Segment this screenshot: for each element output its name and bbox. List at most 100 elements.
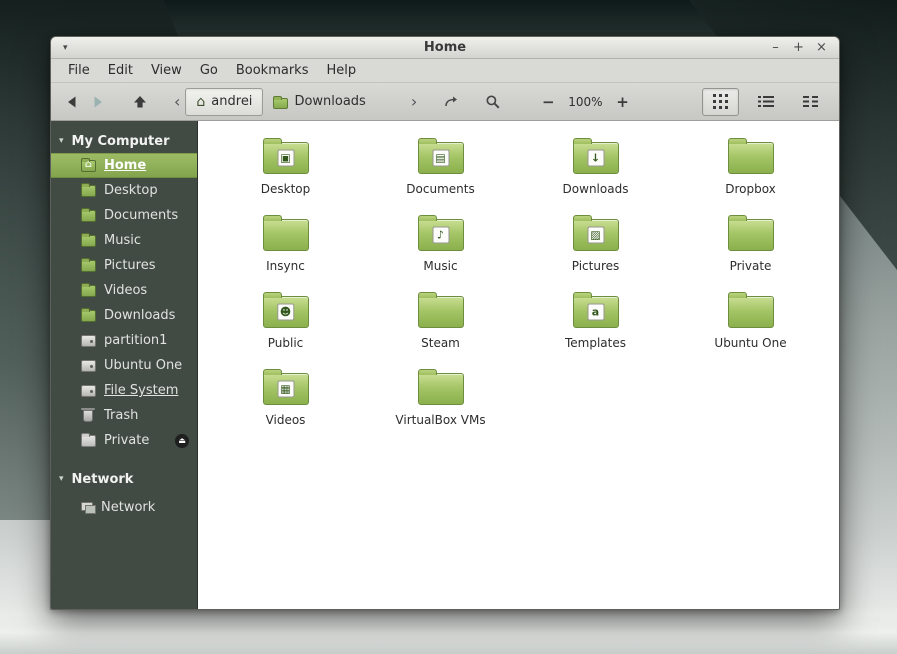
menu-bookmarks[interactable]: Bookmarks	[227, 61, 318, 80]
breadcrumb-home-label: andrei	[211, 94, 253, 109]
menu-file[interactable]: File	[59, 61, 99, 80]
folder-icon	[81, 232, 96, 247]
folder-item[interactable]: ▤ Documents	[363, 135, 518, 212]
sidebar-item-network[interactable]: Network	[51, 495, 197, 520]
breadcrumb-home-button[interactable]: ⌂ andrei	[185, 87, 264, 116]
sidebar-section-my-computer[interactable]: ▾ My Computer	[51, 129, 197, 153]
folder-label: Downloads	[562, 182, 629, 196]
back-arrow-icon	[68, 96, 76, 107]
sidebar-item-partition1[interactable]: partition1	[51, 328, 197, 353]
sidebar-item-pictures[interactable]: Pictures	[51, 253, 197, 278]
folder-item[interactable]: ☻ Public	[208, 289, 363, 366]
zoom-in-button[interactable]: +	[611, 93, 635, 111]
sidebar-item-private[interactable]: Private ⏏	[51, 428, 197, 453]
folder-label: Music	[423, 259, 458, 273]
sidebar-item-label: Trash	[104, 408, 139, 423]
sidebar-item-home[interactable]: Home	[51, 153, 197, 178]
sidebar-item-label: Ubuntu One	[104, 358, 183, 373]
forward-button[interactable]	[85, 88, 111, 116]
folder-label: Private	[729, 259, 772, 273]
folder-emblem-icon: a	[587, 303, 604, 321]
folder-emblem-icon: ▨	[587, 226, 604, 244]
folder-item[interactable]: Steam	[363, 289, 518, 366]
maximize-button[interactable]: +	[790, 40, 807, 56]
sidebar-item-documents[interactable]: Documents	[51, 203, 197, 228]
folder-label: Dropbox	[725, 182, 776, 196]
home-icon: ⌂	[196, 93, 206, 110]
menu-go[interactable]: Go	[191, 61, 227, 80]
folder-icon	[273, 95, 289, 109]
folder-icon: ↓	[572, 138, 619, 174]
sidebar-item-label: Downloads	[104, 308, 176, 323]
folder-icon	[81, 282, 96, 297]
folder-item[interactable]: a Templates	[518, 289, 673, 366]
menu-help[interactable]: Help	[317, 61, 365, 80]
eject-icon[interactable]: ⏏	[175, 433, 189, 448]
toolbar: ‹ ⌂ andrei Downloads › − 100% +	[51, 83, 839, 121]
zoom-level: 100%	[568, 94, 603, 109]
compact-view-button[interactable]	[792, 88, 829, 116]
breadcrumb-scroll-left-icon[interactable]: ‹	[169, 93, 185, 110]
folder-item[interactable]: ▨ Pictures	[518, 212, 673, 289]
menu-view[interactable]: View	[142, 61, 191, 80]
zoom-out-button[interactable]: −	[536, 93, 560, 111]
folder-label: Videos	[265, 413, 306, 427]
search-icon	[486, 95, 500, 109]
menu-edit[interactable]: Edit	[99, 61, 142, 80]
close-button[interactable]: ×	[813, 40, 830, 56]
sidebar-item-label: Network	[101, 500, 156, 515]
sidebar-item-trash[interactable]: Trash	[51, 403, 197, 428]
sidebar-item-ubuntu-one[interactable]: Ubuntu One	[51, 353, 197, 378]
folder-icon: ▤	[417, 138, 464, 174]
sidebar-section-network[interactable]: ▾ Network	[51, 467, 197, 491]
icon-view-button[interactable]	[702, 87, 739, 116]
sidebar-section-label: My Computer	[71, 133, 170, 149]
sidebar-item-desktop[interactable]: Desktop	[51, 178, 197, 203]
breadcrumb-downloads-button[interactable]: Downloads	[263, 88, 375, 116]
compact-view-icon	[802, 96, 818, 107]
expander-caret-icon[interactable]: ▾	[59, 474, 64, 484]
folder-icon: ☻	[262, 292, 309, 328]
drive-icon	[81, 359, 96, 372]
folder-item[interactable]: Insync	[208, 212, 363, 289]
folder-item[interactable]: Ubuntu One	[673, 289, 828, 366]
breadcrumb-scroll-right-icon[interactable]: ›	[406, 93, 422, 110]
sidebar-item-music[interactable]: Music	[51, 228, 197, 253]
folder-item[interactable]: Dropbox	[673, 135, 828, 212]
breadcrumb-downloads-label: Downloads	[294, 94, 366, 109]
folder-item[interactable]: ♪ Music	[363, 212, 518, 289]
folder-label: Insync	[266, 259, 305, 273]
folder-item[interactable]: ▦ Videos	[208, 366, 363, 443]
sidebar-item-label: Videos	[104, 283, 148, 298]
toggle-location-entry-button[interactable]	[438, 88, 464, 116]
folder-item[interactable]: VirtualBox VMs	[363, 366, 518, 443]
back-button[interactable]	[59, 88, 85, 116]
folder-label: Documents	[406, 182, 475, 196]
search-button[interactable]	[480, 88, 506, 116]
folder-emblem-icon: ♪	[432, 226, 449, 244]
expander-caret-icon[interactable]: ▾	[59, 136, 64, 146]
list-view-button[interactable]	[747, 88, 784, 116]
folder-item[interactable]: Private	[673, 212, 828, 289]
folder-icon	[81, 307, 96, 322]
folder-item[interactable]: ↓ Downloads	[518, 135, 673, 212]
folder-icon: ♪	[417, 215, 464, 251]
folder-icon: a	[572, 292, 619, 328]
sidebar-item-label: Desktop	[104, 183, 158, 198]
up-button[interactable]	[127, 88, 153, 116]
title-bar[interactable]: ▾ Home – + ×	[51, 37, 839, 59]
sidebar-item-videos[interactable]: Videos	[51, 278, 197, 303]
file-view[interactable]: ▣ Desktop ▤ Documents ↓ Downloads Dropbo…	[198, 121, 839, 609]
folder-emblem-icon: ▣	[277, 149, 294, 167]
folder-item[interactable]: ▣ Desktop	[208, 135, 363, 212]
folder-icon: ▨	[572, 215, 619, 251]
sidebar-item-file-system[interactable]: File System	[51, 378, 197, 403]
folder-icon: ▣	[262, 138, 309, 174]
sidebar-item-downloads[interactable]: Downloads	[51, 303, 197, 328]
window-title: Home	[423, 40, 467, 55]
folder-emblem-icon: ↓	[587, 149, 604, 167]
folder-emblem-icon: ▤	[432, 149, 449, 167]
folder-label: Ubuntu One	[714, 336, 787, 350]
minimize-button[interactable]: –	[767, 40, 784, 56]
folder-label: Pictures	[571, 259, 620, 273]
